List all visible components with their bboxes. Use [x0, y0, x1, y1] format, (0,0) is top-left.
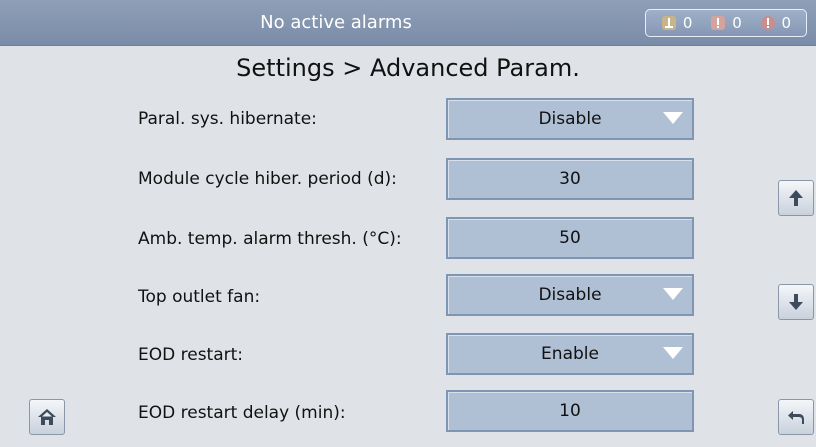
scroll-up-button[interactable] [778, 180, 814, 216]
param-label-amb-temp-alarm-thresh: Amb. temp. alarm thresh. (°C): [138, 229, 402, 249]
param-label-paral-sys-hibernate: Paral. sys. hibernate: [138, 109, 317, 129]
page-title: Settings > Advanced Param. [236, 54, 580, 82]
eod-restart-delay-input[interactable]: 10 [446, 390, 694, 432]
top-outlet-fan-dropdown[interactable]: Disable [446, 274, 694, 316]
alarm-status-text: No active alarms [260, 12, 412, 33]
scroll-down-icon [789, 294, 803, 310]
eod-restart-dropdown[interactable]: Enable [446, 333, 694, 375]
back-button[interactable] [778, 399, 814, 435]
param-label-eod-restart: EOD restart: [138, 345, 244, 365]
minor-alarm-count: 0 [682, 14, 693, 32]
back-icon [788, 411, 804, 424]
dropdown-value: Disable [538, 109, 602, 129]
dropdown-arrow-icon [663, 347, 683, 359]
critical-alarm-count: 0 [781, 14, 792, 32]
scroll-down-button[interactable] [778, 284, 814, 320]
param-label-top-outlet-fan: Top outlet fan: [138, 287, 261, 307]
paral-sys-hibernate-dropdown[interactable]: Disable [446, 98, 694, 140]
dropdown-value: Disable [538, 285, 602, 305]
input-value: 30 [559, 169, 581, 189]
dropdown-value: Enable [541, 344, 599, 364]
scroll-up-icon [789, 190, 803, 206]
input-value: 10 [559, 401, 581, 421]
critical-alarm-icon [760, 15, 776, 31]
amb-temp-alarm-thresh-input[interactable]: 50 [446, 217, 694, 259]
critical-alarm-group: 0 [760, 14, 792, 32]
major-alarm-icon [710, 15, 726, 31]
input-value: 50 [559, 228, 581, 248]
param-label-module-cycle-hiber-period: Module cycle hiber. period (d): [138, 169, 397, 189]
dropdown-arrow-icon [663, 288, 683, 300]
minor-alarm-group: 0 [661, 14, 693, 32]
dropdown-arrow-icon [663, 112, 683, 124]
module-cycle-hiber-period-input[interactable]: 30 [446, 158, 694, 200]
major-alarm-group: 0 [710, 14, 742, 32]
alarm-summary[interactable]: 0 0 0 [645, 9, 807, 37]
home-button[interactable] [29, 399, 65, 435]
major-alarm-count: 0 [732, 14, 742, 32]
status-bar: No active alarms 0 0 0 [0, 0, 816, 46]
home-icon [38, 409, 56, 425]
param-label-eod-restart-delay: EOD restart delay (min): [138, 403, 346, 423]
minor-alarm-icon [661, 15, 677, 31]
